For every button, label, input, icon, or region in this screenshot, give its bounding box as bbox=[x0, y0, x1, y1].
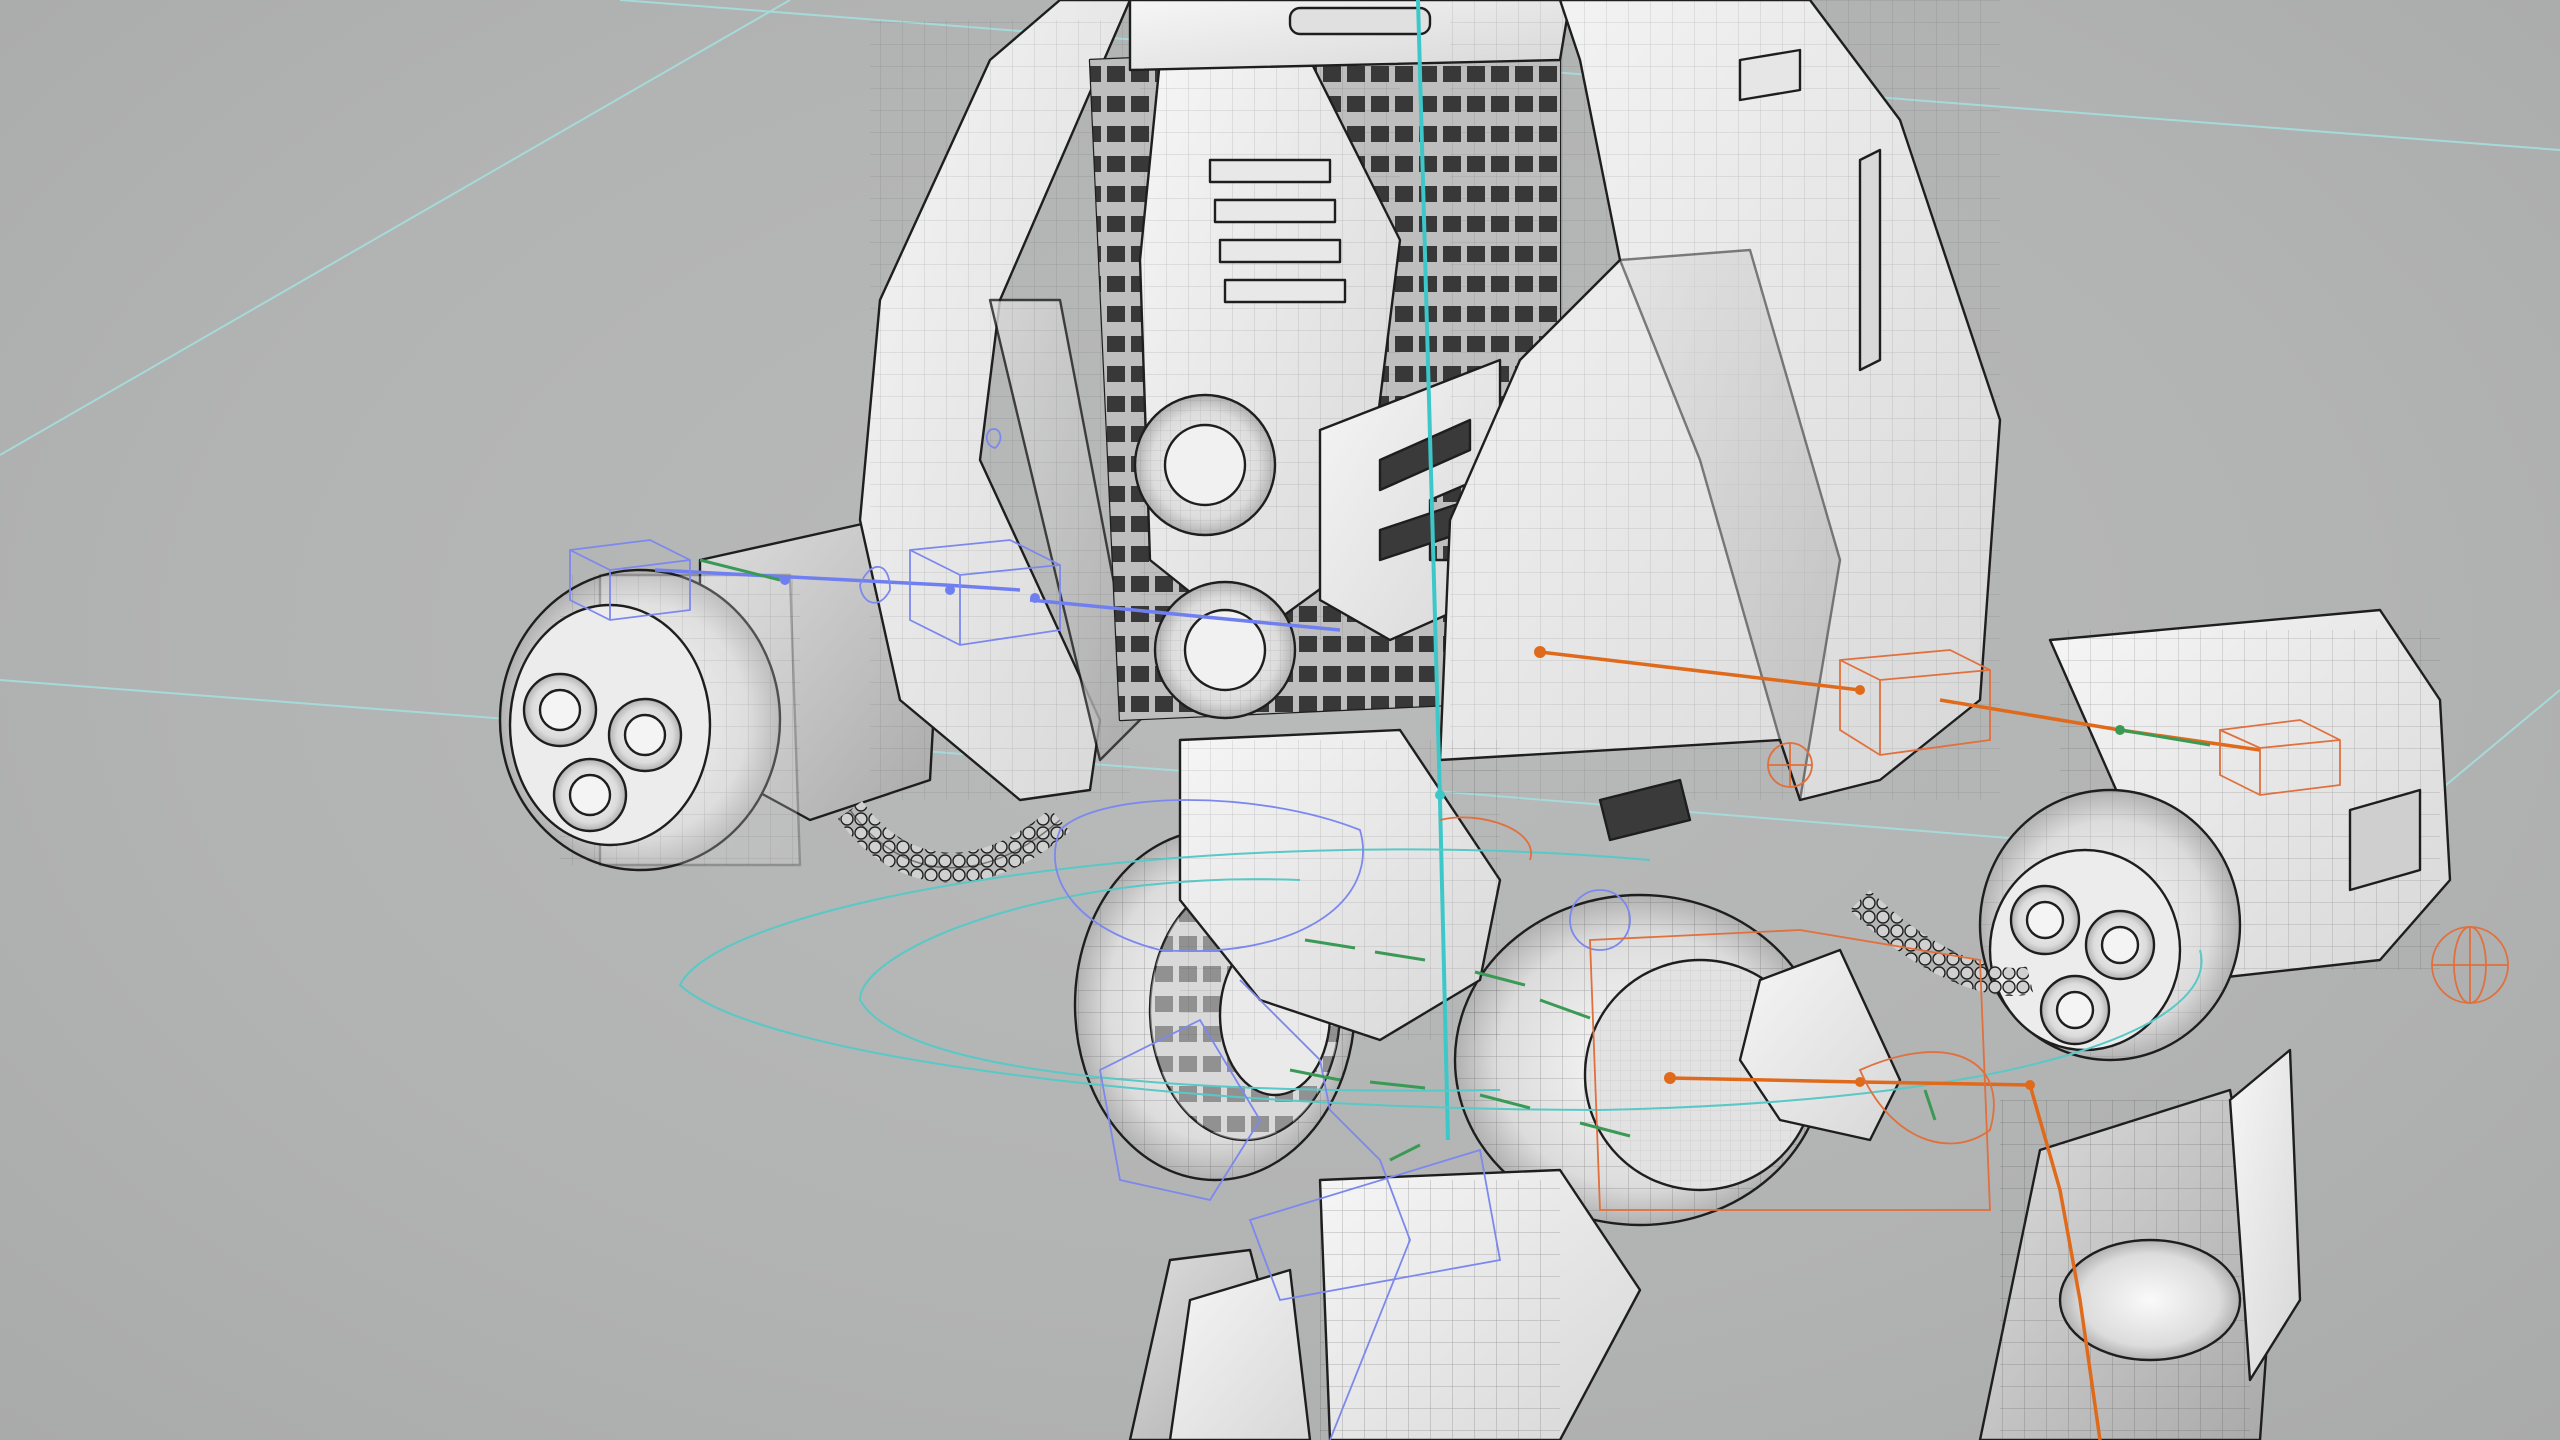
left-leg[interactable] bbox=[1128, 1168, 1642, 1440]
right-leg[interactable] bbox=[1978, 1048, 2302, 1440]
3d-viewport[interactable] bbox=[0, 0, 2560, 1440]
torso[interactable] bbox=[858, 0, 2002, 1142]
right-shoulder-ctrl[interactable] bbox=[1767, 742, 1813, 788]
spine-joint[interactable] bbox=[1435, 790, 1445, 800]
scene-canvas[interactable] bbox=[0, 0, 2560, 1440]
right-shoulder-end[interactable] bbox=[1855, 685, 1865, 695]
right-ankle-joint[interactable] bbox=[2025, 1080, 2035, 1090]
left-arm-joint-2[interactable] bbox=[945, 585, 955, 595]
right-shoulder-joint[interactable] bbox=[1534, 646, 1546, 658]
left-shoulder-joint[interactable] bbox=[1030, 593, 1040, 603]
right-hip-joint[interactable] bbox=[1664, 1072, 1676, 1084]
left-arm-joint[interactable] bbox=[780, 575, 790, 585]
right-pole-ctrl[interactable] bbox=[2431, 926, 2509, 1004]
